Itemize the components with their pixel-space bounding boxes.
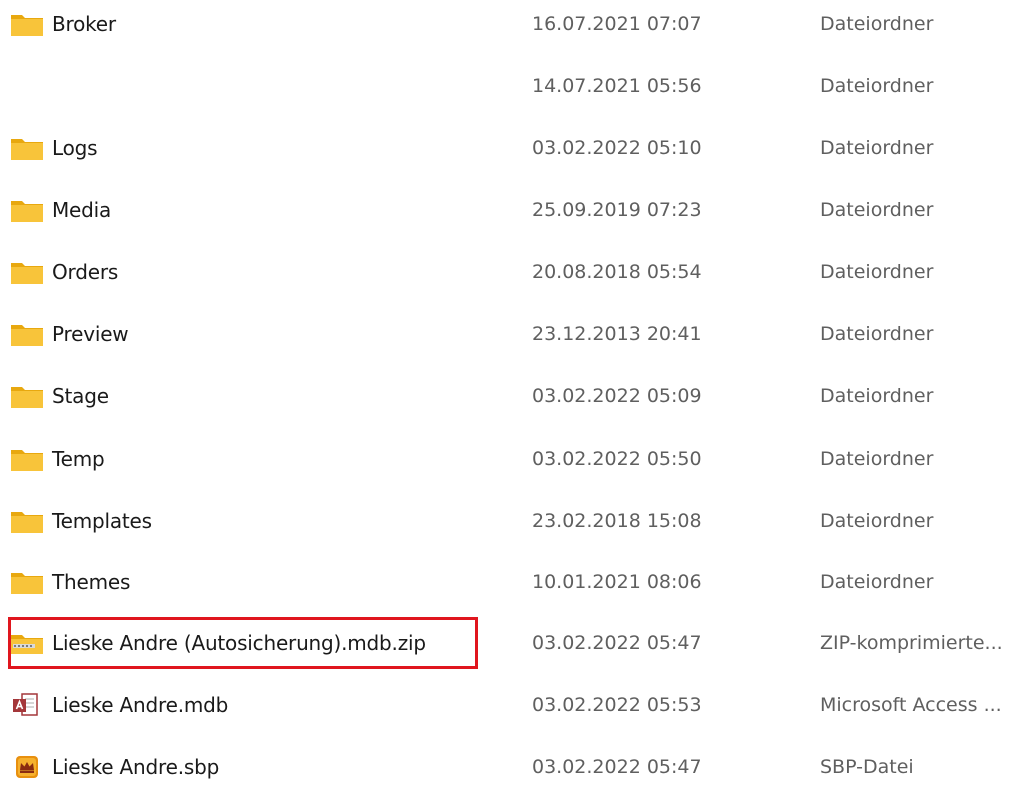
file-type: Dateiordner <box>820 137 934 159</box>
name-cell: Media <box>10 179 111 241</box>
file-row-orders[interactable]: Orders 20.08.2018 05:54 Dateiordner <box>0 241 1031 303</box>
folder-icon <box>10 259 44 285</box>
file-type: Dateiordner <box>820 13 934 35</box>
name-cell: Logs <box>10 117 98 179</box>
name-cell: Lieske Andre.mdb <box>10 674 228 736</box>
file-row-themes[interactable]: Themes 10.01.2021 08:06 Dateiordner <box>0 551 1031 613</box>
file-name: Lieske Andre.mdb <box>52 693 229 717</box>
folder-icon <box>10 11 44 37</box>
file-name: Preview <box>52 322 129 346</box>
file-row-media[interactable]: Media 25.09.2019 07:23 Dateiordner <box>0 179 1031 241</box>
file-date: 03.02.2022 05:47 <box>532 632 702 654</box>
file-list: Broker 16.07.2021 07:07 Dateiordner 14.0… <box>0 0 1031 783</box>
file-name: Lieske Andre.sbp <box>52 755 220 779</box>
file-name: Templates <box>52 509 152 533</box>
file-type: Dateiordner <box>820 75 934 97</box>
file-row-autosicherung-zip[interactable]: Lieske Andre (Autosicherung).mdb.zip 03.… <box>0 612 1031 674</box>
name-cell: Lieske Andre.sbp <box>10 736 219 798</box>
file-type: Dateiordner <box>820 199 934 221</box>
name-cell <box>10 55 18 117</box>
sbp-file-icon <box>10 754 44 780</box>
folder-icon <box>10 197 44 223</box>
file-row-logs[interactable]: Logs 03.02.2022 05:10 Dateiordner <box>0 117 1031 179</box>
file-date: 14.07.2021 05:56 <box>532 75 702 97</box>
name-cell: Stage <box>10 365 109 427</box>
file-date: 03.02.2022 05:50 <box>532 448 702 470</box>
file-row-templates[interactable]: Templates 23.02.2018 15:08 Dateiordner <box>0 490 1031 552</box>
file-type: Dateiordner <box>820 323 934 345</box>
file-row-broker[interactable]: Broker 16.07.2021 07:07 Dateiordner <box>0 0 1031 55</box>
name-cell: Orders <box>10 241 118 303</box>
file-row-temp[interactable]: Temp 03.02.2022 05:50 Dateiordner <box>0 428 1031 490</box>
file-row-sbp[interactable]: Lieske Andre.sbp 03.02.2022 05:47 SBP-Da… <box>0 736 1031 798</box>
folder-icon <box>10 383 44 409</box>
name-cell: Lieske Andre (Autosicherung).mdb.zip <box>10 612 426 674</box>
file-row-preview[interactable]: Preview 23.12.2013 20:41 Dateiordner <box>0 303 1031 365</box>
file-type: Dateiordner <box>820 571 934 593</box>
file-type: ZIP-komprimierte... <box>820 632 1003 654</box>
file-type: SBP-Datei <box>820 756 914 778</box>
file-name: Logs <box>52 136 98 160</box>
access-database-icon <box>10 692 44 718</box>
name-cell: Themes <box>10 551 130 613</box>
zip-folder-icon <box>10 630 44 656</box>
file-date: 25.09.2019 07:23 <box>532 199 702 221</box>
file-row-unnamed[interactable]: 14.07.2021 05:56 Dateiordner <box>0 55 1031 117</box>
file-name: Orders <box>52 260 119 284</box>
name-cell: Templates <box>10 490 152 552</box>
file-date: 03.02.2022 05:09 <box>532 385 702 407</box>
file-date: 16.07.2021 07:07 <box>532 13 702 35</box>
file-date: 03.02.2022 05:53 <box>532 694 702 716</box>
folder-icon <box>10 321 44 347</box>
name-cell: Broker <box>10 0 116 55</box>
name-cell: Preview <box>10 303 129 365</box>
file-name: Lieske Andre (Autosicherung).mdb.zip <box>52 631 426 655</box>
name-cell: Temp <box>10 428 105 490</box>
file-type: Dateiordner <box>820 510 934 532</box>
file-date: 03.02.2022 05:10 <box>532 137 702 159</box>
folder-icon <box>10 135 44 161</box>
file-date: 23.02.2018 15:08 <box>532 510 702 532</box>
file-name: Broker <box>52 12 116 36</box>
file-row-mdb[interactable]: Lieske Andre.mdb 03.02.2022 05:53 Micros… <box>0 674 1031 736</box>
file-name: Media <box>52 198 112 222</box>
file-name: Stage <box>52 384 109 408</box>
file-type: Dateiordner <box>820 385 934 407</box>
file-name: Themes <box>52 570 131 594</box>
file-date: 03.02.2022 05:47 <box>532 756 702 778</box>
file-row-stage[interactable]: Stage 03.02.2022 05:09 Dateiordner <box>0 365 1031 427</box>
file-type: Dateiordner <box>820 448 934 470</box>
file-type: Dateiordner <box>820 261 934 283</box>
file-date: 10.01.2021 08:06 <box>532 571 702 593</box>
file-date: 20.08.2018 05:54 <box>532 261 702 283</box>
file-date: 23.12.2013 20:41 <box>532 323 702 345</box>
folder-icon <box>10 446 44 472</box>
file-type: Microsoft Access ... <box>820 694 1002 716</box>
folder-icon <box>10 508 44 534</box>
folder-icon <box>10 569 44 595</box>
file-name: Temp <box>52 447 105 471</box>
